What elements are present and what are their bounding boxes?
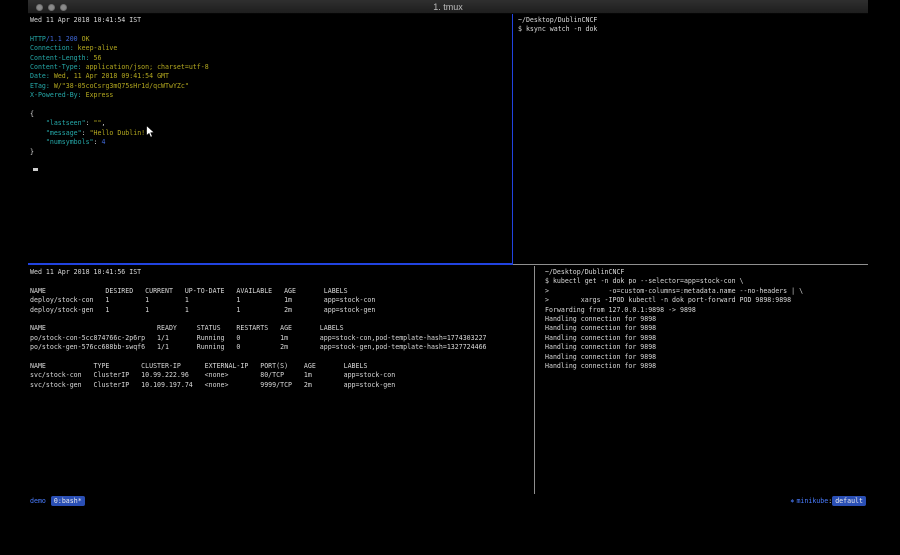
header-name: Content-Length: <box>30 54 90 62</box>
mouse-pointer <box>146 125 155 138</box>
kubernetes-helm-icon: ⎈ <box>790 497 794 505</box>
terminal-cursor <box>33 168 38 171</box>
header-value: W/"38-05coCsrg3mQ75sHr1d/qcWTwYZc" <box>54 82 189 90</box>
json-row: "numsymbols": 4 <box>30 138 512 147</box>
http-header-line: Content-Length: 56 <box>30 54 512 63</box>
pane-kubectl-get[interactable]: Wed 11 Apr 2018 10:41:56 IST NAME DESIRE… <box>28 266 534 494</box>
status-right: ⎈ minikube : default <box>790 494 866 508</box>
header-name: Content-Type: <box>30 63 82 71</box>
json-separator: : <box>86 119 94 127</box>
json-value: 4 <box>101 138 105 146</box>
blank-line <box>30 101 512 110</box>
pane-divider-horizontal-active[interactable] <box>28 263 513 265</box>
http-header-line: Connection: keep-alive <box>30 44 512 53</box>
json-separator: : <box>82 129 90 137</box>
json-value: "" <box>94 119 102 127</box>
header-value: 56 <box>94 54 102 62</box>
pane-divider-vertical-top[interactable] <box>512 14 513 264</box>
http-keyword: HTTP <box>30 35 46 43</box>
header-value: keep-alive <box>78 44 118 52</box>
json-key: "lastseen" <box>46 119 86 127</box>
header-value: Wed, 11 Apr 2018 09:41:54 GMT <box>54 72 169 80</box>
json-close-brace: } <box>30 148 512 157</box>
pane-divider-horizontal[interactable] <box>513 264 868 265</box>
http-header-line: X-Powered-By: Express <box>30 91 512 100</box>
terminal-output: ~/Desktop/DublinCNCF $ ksync watch -n do… <box>518 16 868 35</box>
header-name: Connection: <box>30 44 74 52</box>
pane-ksync[interactable]: ~/Desktop/DublinCNCF $ ksync watch -n do… <box>513 14 868 264</box>
http-status-line: HTTP/1.1 200 OK <box>30 35 512 44</box>
pane-http-response[interactable]: Wed 11 Apr 2018 10:41:54 IST HTTP/1.1 20… <box>28 14 512 264</box>
window-titlebar[interactable]: 1. tmux <box>28 0 868 14</box>
json-row: "lastseen": "", <box>30 119 512 128</box>
session-name: demo <box>30 497 46 505</box>
pane-port-forward[interactable]: ~/Desktop/DublinCNCF $ kubectl get -n do… <box>535 266 868 494</box>
header-value: application/json; charset=utf-8 <box>86 63 209 71</box>
kube-namespace: default <box>832 496 866 506</box>
window-title: 1. tmux <box>28 0 868 14</box>
header-name: ETag: <box>30 82 50 90</box>
json-key: "numsymbols" <box>46 138 94 146</box>
http-header-line: Date: Wed, 11 Apr 2018 09:41:54 GMT <box>30 72 512 81</box>
desktop-background: 1. tmux Wed 11 Apr 2018 10:41:54 IST HTT… <box>0 0 900 555</box>
http-reason: OK <box>82 35 90 43</box>
header-value: Express <box>86 91 114 99</box>
date-line: Wed 11 Apr 2018 10:41:54 IST <box>30 16 512 25</box>
header-name: Date: <box>30 72 50 80</box>
tmux-status-bar: demo 0:bash* ⎈ minikube : default <box>28 494 868 508</box>
json-key: "message" <box>46 129 82 137</box>
active-window-item[interactable]: 0:bash* <box>51 496 85 506</box>
http-header-line: Content-Type: application/json; charset=u… <box>30 63 512 72</box>
json-open-brace: { <box>30 110 512 119</box>
terminal-window: 1. tmux Wed 11 Apr 2018 10:41:54 IST HTT… <box>28 0 868 510</box>
http-version: /1.1 200 <box>46 35 82 43</box>
blank-line <box>30 25 512 34</box>
terminal-output: ~/Desktop/DublinCNCF $ kubectl get -n do… <box>545 268 868 371</box>
json-value: "Hello Dublin!" <box>90 129 150 137</box>
http-header-line: ETag: W/"38-05coCsrg3mQ75sHr1d/qcWTwYZc" <box>30 82 512 91</box>
json-comma: , <box>102 119 106 127</box>
status-left: demo 0:bash* <box>30 494 85 508</box>
header-name: X-Powered-By: <box>30 91 82 99</box>
json-row: "message": "Hello Dublin!", <box>30 129 512 138</box>
terminal-output: Wed 11 Apr 2018 10:41:56 IST NAME DESIRE… <box>30 268 534 390</box>
kube-context: minikube <box>796 497 828 505</box>
pane-divider-vertical-bottom[interactable] <box>534 266 535 494</box>
